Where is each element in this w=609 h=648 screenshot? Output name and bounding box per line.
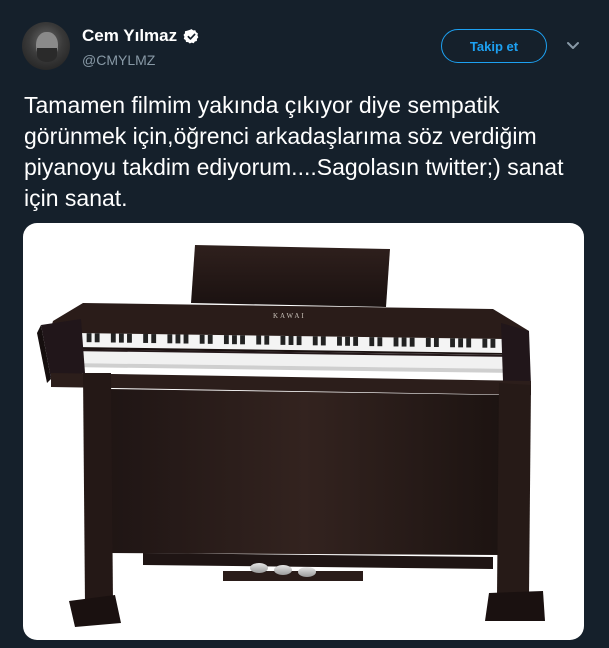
black-key xyxy=(345,336,350,346)
follow-button[interactable]: Takip et xyxy=(441,29,547,63)
avatar-beard xyxy=(37,48,57,62)
brand-label: KAWAI xyxy=(273,312,306,320)
tweet-media-image[interactable]: KAWAI xyxy=(23,223,584,640)
black-key xyxy=(482,338,488,348)
black-key xyxy=(127,333,132,343)
music-stand xyxy=(191,245,390,307)
chevron-down-icon[interactable] xyxy=(566,40,580,52)
black-key xyxy=(433,338,439,348)
black-key xyxy=(337,336,342,346)
black-key xyxy=(450,338,455,348)
pedal-right xyxy=(298,567,316,577)
black-key xyxy=(94,333,100,343)
tweet-card: Cem Yılmaz @CMYLMZ Takip et Tamamen film… xyxy=(0,0,609,648)
black-key xyxy=(280,335,286,345)
black-key xyxy=(207,334,213,344)
avatar[interactable] xyxy=(22,22,70,70)
pedal-left xyxy=(250,563,268,573)
black-key xyxy=(320,336,326,346)
piano-image: KAWAI xyxy=(37,245,545,627)
display-name[interactable]: Cem Yılmaz xyxy=(82,26,177,46)
black-key xyxy=(183,334,189,344)
black-key xyxy=(353,336,359,346)
left-leg xyxy=(83,373,113,605)
black-key xyxy=(458,338,464,348)
black-key xyxy=(175,334,181,344)
black-key xyxy=(151,334,157,344)
black-key xyxy=(199,334,205,344)
tweet-text: Tamamen filmim yakında çıkıyor diye semp… xyxy=(24,92,564,211)
black-key xyxy=(240,335,245,345)
black-key xyxy=(312,336,318,346)
pedal-middle xyxy=(274,565,292,575)
black-key xyxy=(264,335,270,345)
black-key xyxy=(288,335,294,345)
black-key xyxy=(377,337,383,347)
author-handle[interactable]: @CMYLMZ xyxy=(82,52,155,68)
black-key xyxy=(167,334,173,344)
right-leg xyxy=(497,383,531,595)
front-panel xyxy=(107,389,503,555)
black-key xyxy=(393,337,399,347)
black-key xyxy=(118,333,124,343)
black-key xyxy=(86,333,92,343)
black-key xyxy=(369,337,375,347)
black-key xyxy=(401,337,407,347)
author-name-row: Cem Yılmaz xyxy=(82,26,200,46)
verified-badge-icon xyxy=(183,28,199,44)
black-key xyxy=(466,338,472,348)
black-key xyxy=(425,337,431,347)
black-key xyxy=(143,333,149,343)
black-key xyxy=(232,335,237,345)
black-key xyxy=(256,335,262,345)
black-key xyxy=(296,336,302,346)
black-key xyxy=(223,335,229,345)
black-key xyxy=(110,333,116,343)
black-key xyxy=(490,338,496,348)
black-key xyxy=(409,337,415,347)
